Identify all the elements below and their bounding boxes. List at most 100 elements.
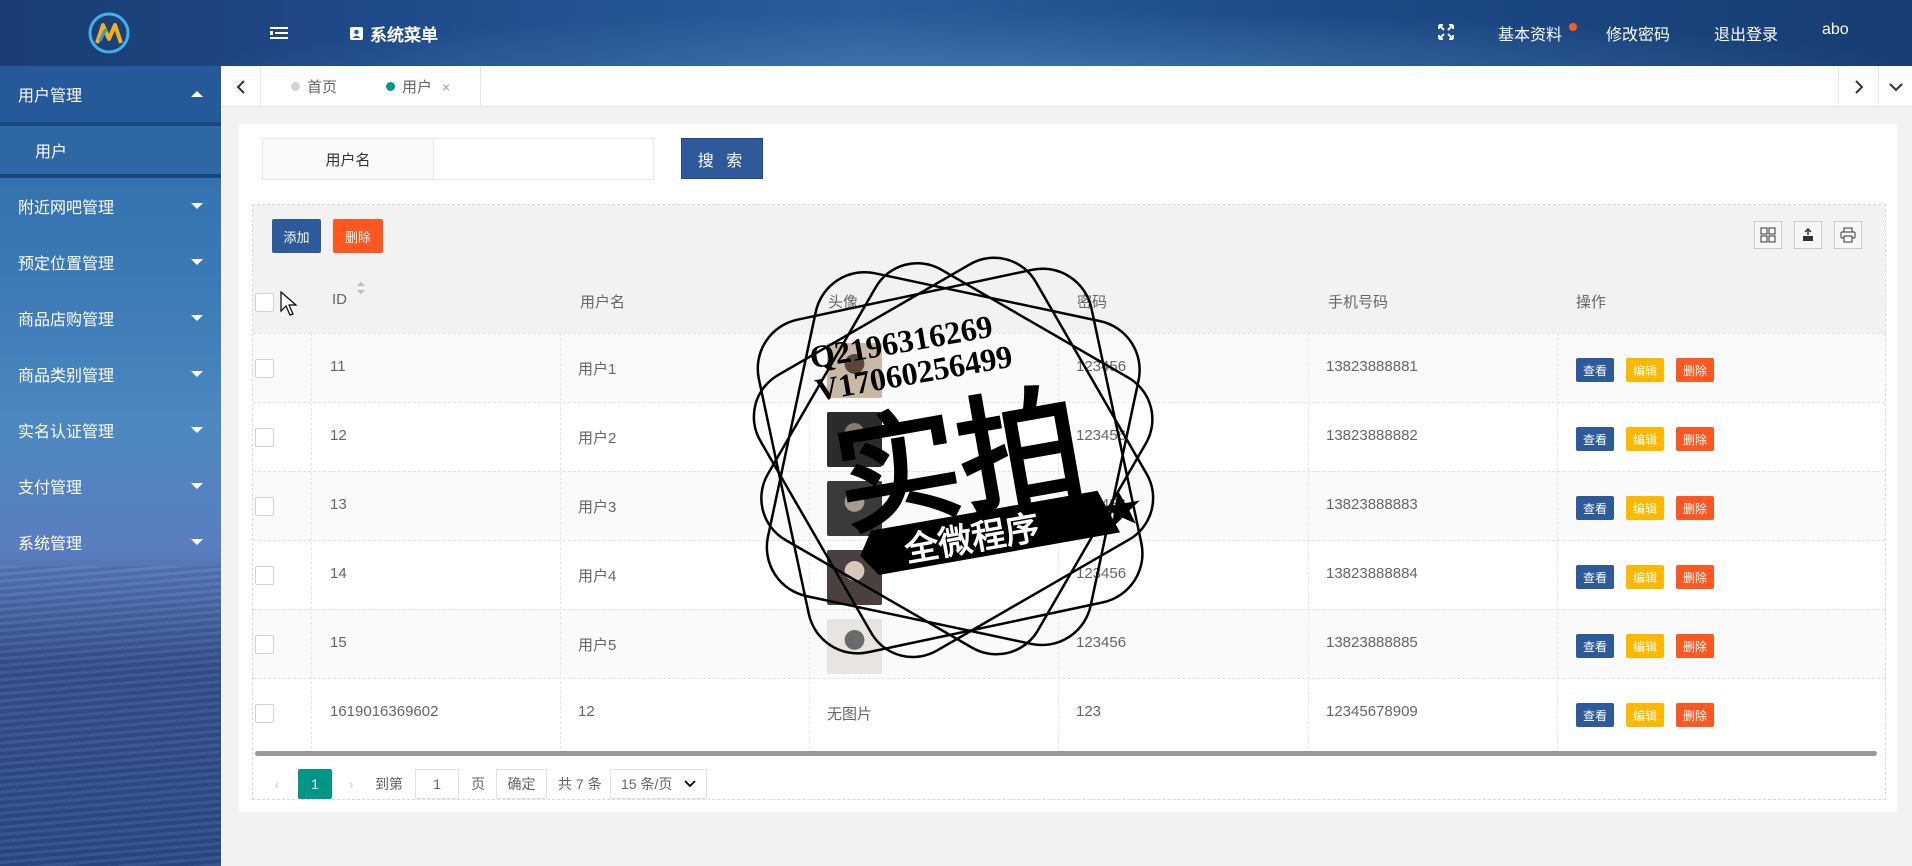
sidebar-item-shop[interactable]: 商品店购管理 — [0, 290, 221, 346]
row-checkbox[interactable] — [255, 428, 274, 447]
edit-button[interactable]: 编辑 — [1626, 496, 1664, 520]
sidebar-item-reservation[interactable]: 预定位置管理 — [0, 234, 221, 290]
columns-icon[interactable] — [1754, 221, 1782, 249]
column-header-id[interactable]: ID — [332, 291, 347, 308]
chevron-down-icon — [191, 259, 203, 265]
tab-scroll-right[interactable] — [1838, 66, 1878, 107]
sidebar-item-category[interactable]: 商品类别管理 — [0, 346, 221, 402]
column-header-username: 用户名 — [580, 294, 626, 311]
table-row: 15 用户5 123456 13823888885 查看 编辑 删除 — [253, 609, 1885, 678]
edit-button[interactable]: 编辑 — [1626, 703, 1664, 727]
tab-dropdown[interactable] — [1878, 66, 1912, 107]
delete-button[interactable]: 删除 — [1676, 634, 1714, 658]
edit-button[interactable]: 编辑 — [1626, 565, 1664, 589]
cell-id: 12 — [330, 427, 347, 444]
search-button[interactable]: 搜 索 — [681, 138, 763, 179]
batch-delete-button[interactable]: 删除 — [333, 219, 383, 253]
sidebar-item-netcafe[interactable]: 附近网吧管理 — [0, 178, 221, 234]
print-icon[interactable] — [1834, 221, 1862, 249]
table-row: 14 用户4 123456 13823888884 查看 编辑 删除 — [253, 540, 1885, 609]
sidebar-item-system[interactable]: 系统管理 — [0, 514, 221, 570]
cell-phone: 13823888882 — [1326, 427, 1418, 444]
close-icon[interactable]: × — [442, 79, 450, 95]
change-password-link[interactable]: 修改密码 — [1606, 21, 1670, 45]
row-checkbox[interactable] — [255, 359, 274, 378]
avatar[interactable] — [827, 412, 882, 467]
goto-label: 到第 — [375, 776, 403, 792]
cell-avatar-text: 无图片 — [827, 706, 873, 723]
data-table: 添加 删除 ID 用户名 头像 密码 手机号码 操作 11 用户1 123456 13… — [252, 204, 1886, 800]
avatar[interactable] — [827, 619, 882, 674]
chevron-up-icon — [191, 91, 203, 97]
delete-button[interactable]: 删除 — [1676, 358, 1714, 382]
row-checkbox[interactable] — [255, 566, 274, 585]
view-button[interactable]: 查看 — [1576, 703, 1614, 727]
cell-username: 用户5 — [578, 637, 617, 654]
avatar[interactable] — [827, 481, 882, 536]
search-label: 用户名 — [263, 139, 434, 179]
add-button[interactable]: 添加 — [272, 219, 321, 253]
chevron-down-icon — [191, 371, 203, 377]
tab-dot — [291, 82, 300, 91]
page-size-select[interactable]: 15 条/页 — [610, 769, 707, 799]
profile-link[interactable]: 基本资料 — [1498, 21, 1562, 45]
column-divider — [809, 333, 810, 749]
edit-button[interactable]: 编辑 — [1626, 427, 1664, 451]
sidebar-item-user-management[interactable]: 用户管理 — [0, 66, 221, 122]
cell-username: 用户4 — [578, 568, 617, 585]
view-button[interactable]: 查看 — [1576, 565, 1614, 589]
next-page-icon[interactable]: › — [341, 769, 361, 799]
horizontal-scrollbar[interactable] — [255, 751, 1877, 756]
delete-button[interactable]: 删除 — [1676, 703, 1714, 727]
view-button[interactable]: 查看 — [1576, 634, 1614, 658]
sidebar-item-label: 预定位置管理 — [18, 256, 115, 273]
search-form: 用户名 — [262, 138, 654, 180]
sidebar-item-verification[interactable]: 实名认证管理 — [0, 402, 221, 458]
lock-user-icon — [350, 26, 363, 40]
goto-confirm-button[interactable]: 确定 — [496, 769, 547, 799]
logout-link[interactable]: 退出登录 — [1714, 21, 1778, 45]
tab-user[interactable]: 用户 × — [386, 66, 450, 107]
tab-label: 用户 — [402, 79, 433, 96]
avatar[interactable] — [827, 343, 882, 398]
cell-id: 15 — [330, 634, 347, 651]
delete-button[interactable]: 删除 — [1676, 565, 1714, 589]
page-number-current[interactable]: 1 — [298, 769, 332, 799]
prev-page-icon[interactable]: ‹ — [267, 769, 287, 799]
row-checkbox[interactable] — [255, 497, 274, 516]
avatar[interactable] — [827, 550, 882, 605]
sidebar-subitem-user[interactable]: 用户 — [0, 122, 221, 178]
cell-id: 14 — [330, 565, 347, 582]
page-size-value: 15 条/页 — [621, 776, 673, 792]
column-header-avatar: 头像 — [828, 294, 859, 311]
system-menu-title[interactable]: 系统菜单 — [349, 20, 438, 46]
fullscreen-icon[interactable] — [1437, 23, 1455, 41]
edit-button[interactable]: 编辑 — [1626, 634, 1664, 658]
tab-scroll-left[interactable] — [221, 66, 261, 107]
select-all-checkbox[interactable] — [255, 293, 274, 312]
view-button[interactable]: 查看 — [1576, 496, 1614, 520]
delete-button[interactable]: 删除 — [1676, 427, 1714, 451]
row-checkbox[interactable] — [255, 704, 274, 723]
cell-password: 123456 — [1076, 427, 1127, 444]
username-link[interactable]: abo — [1822, 21, 1849, 39]
delete-button[interactable]: 删除 — [1676, 496, 1714, 520]
row-checkbox[interactable] — [255, 635, 274, 654]
sort-icon[interactable] — [356, 281, 366, 295]
sidebar-item-label: 支付管理 — [18, 480, 83, 497]
sidebar-item-payment[interactable]: 支付管理 — [0, 458, 221, 514]
export-icon[interactable] — [1794, 221, 1822, 249]
column-divider — [311, 333, 312, 749]
page-suffix-label: 页 — [471, 776, 485, 792]
table-header: ID 用户名 头像 密码 手机号码 操作 — [253, 265, 1885, 333]
table-row: 1619016369602 12 无图片 123 12345678909 查看 编辑 删除 — [253, 678, 1885, 747]
sidebar-item-label: 系统管理 — [18, 536, 83, 553]
menu-toggle-icon[interactable] — [268, 22, 290, 44]
view-button[interactable]: 查看 — [1576, 358, 1614, 382]
edit-button[interactable]: 编辑 — [1626, 358, 1664, 382]
total-count: 共 7 条 — [558, 776, 602, 792]
goto-page-input[interactable]: 1 — [415, 769, 459, 799]
username-search-input[interactable] — [434, 139, 653, 179]
view-button[interactable]: 查看 — [1576, 427, 1614, 451]
tab-home[interactable]: 首页 — [291, 66, 337, 107]
